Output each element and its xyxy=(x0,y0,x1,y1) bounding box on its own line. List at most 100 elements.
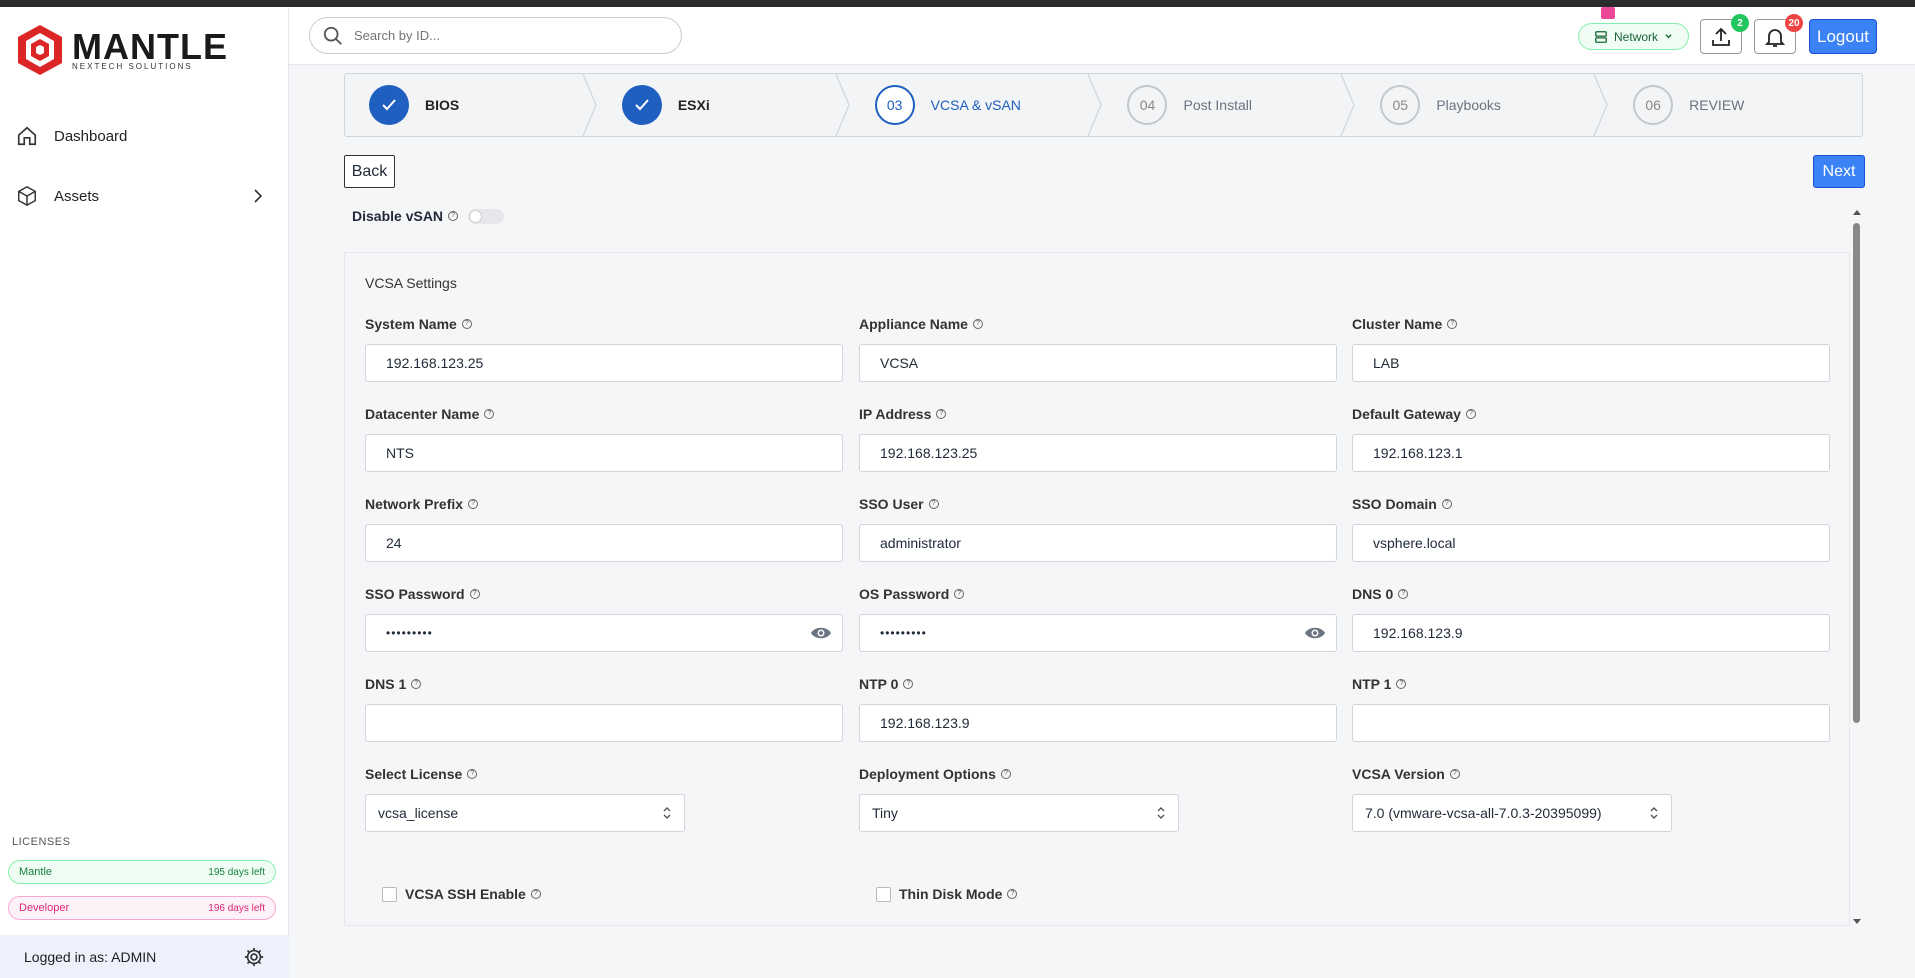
help-icon[interactable]: ? xyxy=(530,889,541,899)
help-icon[interactable]: ? xyxy=(484,409,495,419)
vcsa-ssh-enable-checkbox[interactable] xyxy=(382,886,397,902)
scrollbar-thumb[interactable] xyxy=(1853,223,1860,723)
search-box[interactable] xyxy=(309,17,682,54)
check-icon xyxy=(635,99,649,111)
sidebar-item-assets[interactable]: Assets xyxy=(16,176,266,216)
help-icon[interactable]: ? xyxy=(1449,769,1460,779)
sso-domain-input[interactable]: vsphere.local xyxy=(1352,524,1830,562)
back-button[interactable]: Back xyxy=(344,155,395,188)
help-icon[interactable]: ? xyxy=(903,679,914,689)
ntp0-input[interactable]: 192.168.123.9 xyxy=(859,704,1337,742)
step-post-install[interactable]: 04 Post Install xyxy=(1103,74,1356,136)
help-icon[interactable]: ? xyxy=(1447,319,1458,329)
network-prefix-input[interactable]: 24 xyxy=(365,524,843,562)
help-icon[interactable]: ? xyxy=(936,409,947,419)
help-icon[interactable]: ? xyxy=(1396,679,1407,689)
thin-disk-mode-checkbox[interactable] xyxy=(876,886,891,902)
license-badge-developer[interactable]: Developer 196 days left xyxy=(8,896,276,920)
wizard-stepper: BIOS ESXi 03 VCSA & vSAN 04 Post Install… xyxy=(344,73,1863,137)
license-days: 195 days left xyxy=(208,866,265,878)
field-label: System Name xyxy=(365,316,457,332)
eye-icon[interactable] xyxy=(1304,625,1326,641)
datacenter-name-input[interactable]: NTS xyxy=(365,434,843,472)
sso-password-input[interactable]: ••••••••• xyxy=(365,614,843,652)
sidebar-footer: Logged in as: ADMIN xyxy=(0,935,289,978)
license-badge-mantle[interactable]: Mantle 195 days left xyxy=(8,860,276,884)
step-esxi[interactable]: ESXi xyxy=(598,74,851,136)
next-button[interactable]: Next xyxy=(1813,155,1865,188)
step-playbooks[interactable]: 05 Playbooks xyxy=(1356,74,1609,136)
upload-button[interactable]: 2 xyxy=(1700,14,1749,54)
step-vcsa-vsan[interactable]: 03 VCSA & vSAN xyxy=(851,74,1104,136)
step-number: 06 xyxy=(1633,85,1674,125)
step-number: 03 xyxy=(874,85,915,125)
step-label: REVIEW xyxy=(1689,97,1745,113)
dns0-input[interactable]: 192.168.123.9 xyxy=(1352,614,1830,652)
help-icon[interactable]: ? xyxy=(411,679,422,689)
vcsa-ssh-enable-option[interactable]: VCSA SSH Enable ? xyxy=(382,886,541,902)
help-icon[interactable]: ? xyxy=(1465,409,1476,419)
dns1-input[interactable] xyxy=(365,704,843,742)
scroll-up-arrow-icon[interactable] xyxy=(1851,207,1863,217)
sidebar: MANTLE NEXTECH SOLUTIONS Dashboard Asset… xyxy=(0,7,289,978)
ntp1-input[interactable] xyxy=(1352,704,1830,742)
ip-address-input[interactable]: 192.168.123.25 xyxy=(859,434,1337,472)
search-icon xyxy=(323,26,342,45)
step-bios[interactable]: BIOS xyxy=(345,74,598,136)
field-value: 192.168.123.25 xyxy=(880,445,978,461)
step-separator xyxy=(582,74,597,136)
system-name-input[interactable]: 192.168.123.25 xyxy=(365,344,843,382)
field-label: Datacenter Name xyxy=(365,406,480,422)
chevron-right-icon xyxy=(254,189,263,203)
default-gateway-input[interactable]: 192.168.123.1 xyxy=(1352,434,1830,472)
sidebar-item-dashboard[interactable]: Dashboard xyxy=(16,116,266,156)
field-value: 192.168.123.9 xyxy=(1373,625,1463,641)
help-icon[interactable]: ? xyxy=(1007,889,1018,899)
ip-address-field: IP Address? 192.168.123.25 xyxy=(859,404,1337,472)
vcsa-version-select[interactable]: 7.0 (vmware-vcsa-all-7.0.3-20395099) xyxy=(1352,794,1672,832)
cluster-name-input[interactable]: LAB xyxy=(1352,344,1830,382)
appliance-name-input[interactable]: VCSA xyxy=(859,344,1337,382)
help-icon[interactable]: ? xyxy=(972,319,983,329)
deployment-select[interactable]: Tiny xyxy=(859,794,1179,832)
sso-user-input[interactable]: administrator xyxy=(859,524,1337,562)
field-label: DNS 0 xyxy=(1352,586,1394,602)
server-icon xyxy=(1595,30,1607,43)
help-icon[interactable]: ? xyxy=(468,499,479,509)
disable-vsan-toggle[interactable] xyxy=(468,208,505,224)
help-icon[interactable]: ? xyxy=(954,589,965,599)
system-name-field: System Name? 192.168.123.25 xyxy=(365,314,843,382)
step-review[interactable]: 06 REVIEW xyxy=(1609,74,1862,136)
os-password-input[interactable]: ••••••••• xyxy=(859,614,1337,652)
step-label: Post Install xyxy=(1183,97,1252,113)
updown-chevron-icon xyxy=(1650,807,1658,819)
top-header: Network 2 20 Logout xyxy=(289,7,1915,65)
help-icon[interactable]: ? xyxy=(461,319,472,329)
thin-disk-mode-option[interactable]: Thin Disk Mode ? xyxy=(876,886,1018,902)
help-icon[interactable]: ? xyxy=(1441,499,1452,509)
help-icon[interactable]: ? xyxy=(467,769,478,779)
field-label: OS Password xyxy=(859,586,950,602)
gear-icon[interactable] xyxy=(243,946,265,968)
eye-icon[interactable] xyxy=(810,625,832,641)
logout-button[interactable]: Logout xyxy=(1809,19,1877,54)
help-icon[interactable]: ? xyxy=(928,499,939,509)
panel-scrollbar[interactable] xyxy=(1851,207,1863,927)
brand-logo[interactable]: MANTLE NEXTECH SOLUTIONS xyxy=(16,23,228,77)
help-icon[interactable]: ? xyxy=(469,589,480,599)
license-select[interactable]: vcsa_license xyxy=(365,794,685,832)
network-button[interactable]: Network xyxy=(1578,23,1689,50)
field-label: VCSA Version xyxy=(1352,766,1445,782)
field-label: DNS 1 xyxy=(365,676,407,692)
help-icon[interactable]: ? xyxy=(448,211,459,221)
help-icon[interactable]: ? xyxy=(1398,589,1409,599)
notifications-button[interactable]: 20 xyxy=(1754,14,1803,54)
search-input[interactable] xyxy=(354,28,654,43)
field-value: 24 xyxy=(386,535,402,551)
field-value: Tiny xyxy=(872,805,898,821)
help-icon[interactable]: ? xyxy=(1000,769,1011,779)
default-gateway-field: Default Gateway? 192.168.123.1 xyxy=(1352,404,1830,472)
scroll-down-arrow-icon[interactable] xyxy=(1851,917,1863,927)
chevron-down-icon xyxy=(1665,34,1672,39)
field-label: Deployment Options xyxy=(859,766,996,782)
